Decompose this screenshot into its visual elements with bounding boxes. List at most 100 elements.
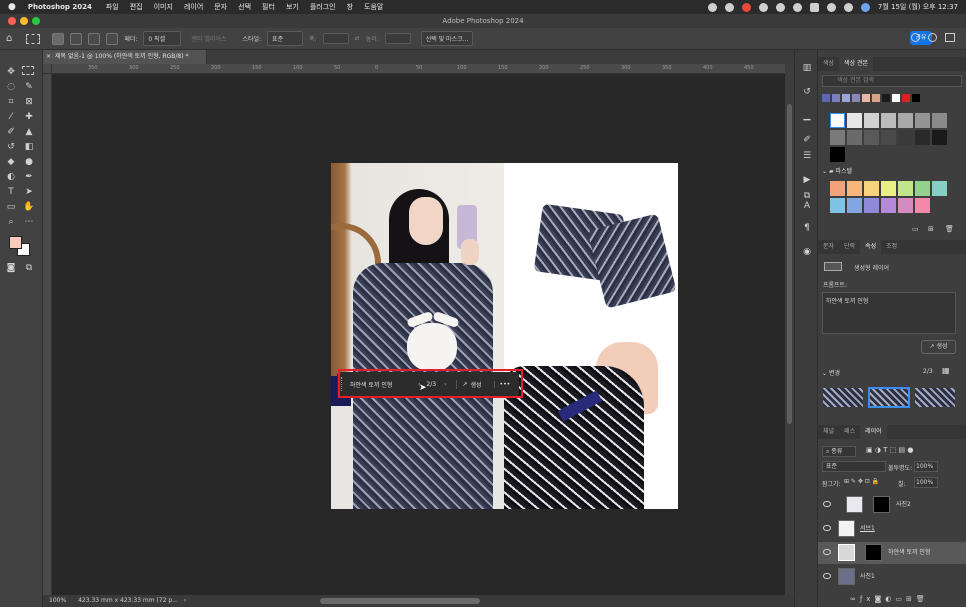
home-icon[interactable]: ⌂ xyxy=(6,33,12,44)
color-swatch[interactable] xyxy=(852,94,860,102)
stamp-tool-icon[interactable]: ▲ xyxy=(22,126,36,138)
clock[interactable]: 7월 15일 (월) 오후 12:37 xyxy=(878,2,958,12)
eye-icon[interactable] xyxy=(823,573,831,579)
close-window-icon[interactable] xyxy=(8,17,16,25)
gray-swatch[interactable] xyxy=(830,113,845,128)
vertical-scrollbar[interactable] xyxy=(785,64,794,595)
siri-icon[interactable] xyxy=(860,2,870,12)
actions-icon[interactable]: ▶ xyxy=(800,174,814,186)
tab-paragraph[interactable]: 단락 xyxy=(839,240,860,254)
frame-tool-icon[interactable]: ⊠ xyxy=(22,96,36,108)
height-input[interactable] xyxy=(384,33,411,44)
link-layers-icon[interactable]: ∞ xyxy=(850,595,860,603)
pastel-swatch[interactable] xyxy=(830,181,845,196)
status-icon[interactable] xyxy=(758,2,768,12)
menu-layer[interactable]: 레이어 xyxy=(184,2,203,12)
gradient-tool-icon[interactable]: ◆ xyxy=(4,156,18,168)
color-swatch[interactable] xyxy=(872,94,880,102)
subtract-selection-icon[interactable] xyxy=(88,32,101,45)
move-tool-icon[interactable]: ✥ xyxy=(4,66,18,78)
brush-tool-icon[interactable]: ✐ xyxy=(4,126,18,138)
dodge-tool-icon[interactable]: ◐ xyxy=(4,171,18,183)
menu-plugins[interactable]: 플러그인 xyxy=(310,2,336,12)
adjustments-icon[interactable]: ☰ xyxy=(800,150,814,162)
layer-name[interactable]: 사진2 xyxy=(896,494,911,516)
delete-swatch-icon[interactable]: 🗑 xyxy=(945,225,954,233)
3d-icon[interactable]: ◉ xyxy=(800,246,814,258)
wifi-icon[interactable] xyxy=(792,2,802,12)
antialias-checkbox[interactable]: 앤티 앨리어스 xyxy=(187,32,230,45)
gray-swatch[interactable] xyxy=(864,130,879,145)
eraser-tool-icon[interactable]: ◧ xyxy=(22,141,36,153)
filter-pixel-icon[interactable]: ▣ ◑ T ⬚ ▤ ● xyxy=(866,446,913,454)
gray-swatch[interactable] xyxy=(881,113,896,128)
properties-generate-button[interactable]: ↗ 생성 xyxy=(921,340,956,354)
blur-tool-icon[interactable]: ● xyxy=(22,156,36,168)
libraries-icon[interactable]: ▥ xyxy=(800,62,814,74)
screen-mode-icon[interactable]: ⧉ xyxy=(22,262,36,274)
rectangle-tool-icon[interactable]: ▭ xyxy=(4,201,18,213)
pastel-swatch[interactable] xyxy=(864,198,879,213)
zoom-window-icon[interactable] xyxy=(32,17,40,25)
eye-icon[interactable] xyxy=(823,549,831,555)
color-swatch[interactable] xyxy=(822,94,830,102)
brush-settings-icon[interactable]: ✐ xyxy=(800,134,814,146)
quick-mask-icon[interactable]: ◙ xyxy=(4,262,18,274)
variation-thumb-3[interactable] xyxy=(915,388,955,407)
keyboard-icon[interactable] xyxy=(809,2,819,12)
new-group-icon[interactable]: ▭ xyxy=(912,225,919,233)
lock-icons[interactable]: ⊞ ✎ ✥ ⊡ 🔒 xyxy=(844,478,879,485)
foreground-color-swatch[interactable] xyxy=(9,236,22,249)
color-swatch[interactable] xyxy=(902,94,910,102)
ruler-vertical[interactable] xyxy=(43,64,52,595)
menu-image[interactable]: 이미지 xyxy=(154,2,173,12)
layer-row[interactable]: 사진1 xyxy=(818,566,966,588)
gray-swatch[interactable] xyxy=(915,130,930,145)
tab-adjustments[interactable]: 조정 xyxy=(881,240,902,254)
search-icon[interactable] xyxy=(911,33,920,42)
layer-row[interactable]: 서브1 xyxy=(818,518,966,540)
menu-app-name[interactable]: Photoshop 2024 xyxy=(28,3,92,11)
layer-name[interactable]: 하얀색 토끼 인형 xyxy=(888,542,930,564)
gray-swatch[interactable] xyxy=(830,130,845,145)
character-icon[interactable]: A xyxy=(800,200,814,212)
lasso-tool-icon[interactable]: ◌ xyxy=(4,81,18,93)
variation-thumb-1[interactable] xyxy=(823,388,863,407)
tab-color[interactable]: 색상 xyxy=(818,57,839,71)
tab-layers[interactable]: 레이어 xyxy=(860,425,887,439)
status-menu-icon[interactable]: › xyxy=(184,597,186,604)
history-brush-tool-icon[interactable]: ↺ xyxy=(4,141,18,153)
gray-swatch[interactable] xyxy=(915,113,930,128)
menu-help[interactable]: 도움말 xyxy=(364,2,383,12)
zoom-level[interactable]: 100% xyxy=(49,597,66,604)
spot-heal-tool-icon[interactable]: ✚ xyxy=(22,111,36,123)
paragraph-icon[interactable]: ¶ xyxy=(800,222,814,234)
color-swatch[interactable] xyxy=(832,94,840,102)
layer-row[interactable]: 하얀색 토끼 인형 xyxy=(818,542,966,564)
eye-icon[interactable] xyxy=(823,501,831,507)
pen-tool-icon[interactable]: ✒ xyxy=(22,171,36,183)
path-select-tool-icon[interactable]: ➤ xyxy=(22,186,36,198)
quick-select-tool-icon[interactable]: ✎ xyxy=(22,81,36,93)
more-tools-icon[interactable]: ⋯ xyxy=(22,216,36,228)
status-icon[interactable] xyxy=(707,2,717,12)
width-input[interactable] xyxy=(322,33,349,44)
layer-filter-select[interactable]: ⌕ 종류 xyxy=(822,446,856,457)
pastel-swatch[interactable] xyxy=(898,198,913,213)
color-swatch[interactable] xyxy=(892,94,900,102)
prompt-textarea[interactable]: 하얀색 토끼 인형 xyxy=(822,292,956,334)
swap-icon[interactable]: ⇄ xyxy=(355,35,360,42)
opacity-input[interactable]: 100% xyxy=(914,461,938,472)
pastel-swatch[interactable] xyxy=(847,198,862,213)
pastel-swatch[interactable] xyxy=(881,198,896,213)
status-icon[interactable] xyxy=(775,2,785,12)
gray-swatch[interactable] xyxy=(898,130,913,145)
new-selection-icon[interactable] xyxy=(52,32,65,45)
marquee-tool-icon[interactable] xyxy=(22,66,34,75)
ruler-horizontal[interactable]: 350 300 250 200 150 100 50 0 50 100 150 200 250 300 35… xyxy=(52,64,959,74)
menu-edit[interactable]: 편집 xyxy=(130,2,143,12)
tab-properties[interactable]: 속성 xyxy=(860,240,882,254)
adjustment-layer-icon[interactable]: ◐ xyxy=(885,595,895,603)
color-swatch[interactable] xyxy=(912,94,920,102)
tab-paths[interactable]: 패스 xyxy=(839,425,860,439)
